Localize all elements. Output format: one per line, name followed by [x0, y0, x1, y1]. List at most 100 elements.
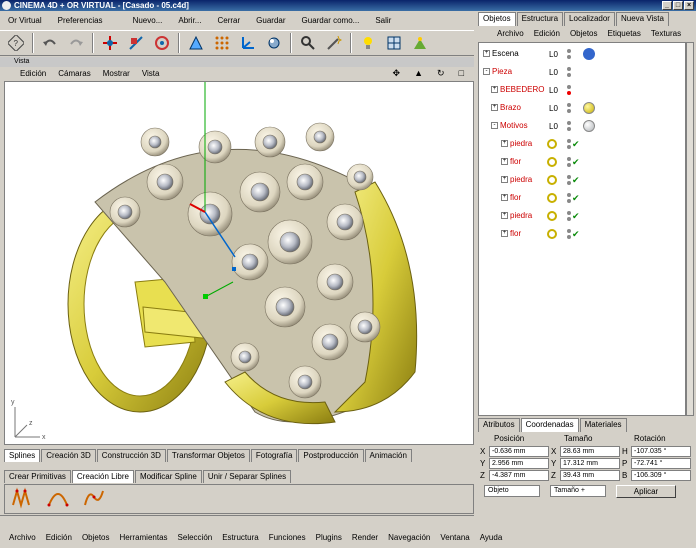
menu-cerrar[interactable]: Cerrar — [209, 16, 248, 25]
menu-guardar-como[interactable]: Guardar como... — [294, 16, 368, 25]
tab-materiales[interactable]: Materiales — [579, 418, 627, 432]
list-item[interactable]: + Brazo L0 — [479, 101, 685, 115]
menu-edicion[interactable]: Edición — [41, 533, 77, 542]
zoom-icon[interactable]: ▲ — [408, 68, 429, 79]
help-icon[interactable]: ? — [6, 33, 26, 53]
tab-creacion-3d[interactable]: Creación 3D — [41, 449, 96, 462]
viewport-menu-mostrar[interactable]: Mostrar — [97, 69, 136, 78]
visibility-dot[interactable] — [567, 145, 571, 149]
maximize-button[interactable]: □ — [673, 1, 683, 10]
tab-coordenadas[interactable]: Coordenadas — [520, 418, 579, 432]
expand-toggle[interactable]: + — [501, 176, 508, 183]
visibility-dot[interactable] — [567, 85, 571, 89]
tab-splines[interactable]: Splines — [4, 449, 41, 462]
pan-icon[interactable]: ✥ — [387, 68, 407, 79]
rotation-b-field[interactable]: -106.309 ° — [631, 469, 691, 481]
enabled-check-icon[interactable]: ✔ — [572, 209, 580, 223]
expand-toggle[interactable]: + — [501, 158, 508, 165]
visibility-dot[interactable] — [567, 175, 571, 179]
points-mode-icon[interactable] — [212, 33, 232, 53]
visibility-dot[interactable] — [567, 67, 571, 71]
tab-construccion-3d[interactable]: Construcción 3D — [96, 449, 166, 462]
visibility-dot[interactable] — [567, 103, 571, 107]
expand-toggle[interactable]: + — [491, 104, 498, 111]
tab-estructura[interactable]: Estructura — [516, 12, 564, 26]
size-mode-dropdown[interactable]: Tamaño + — [550, 485, 606, 497]
tab-animacion[interactable]: Animación — [364, 449, 412, 462]
visibility-dot[interactable] — [567, 109, 571, 113]
visibility-dot[interactable] — [567, 181, 571, 185]
position-z-field[interactable]: -4.387 mm — [489, 469, 549, 481]
menu-abrir[interactable]: Abrir... — [170, 16, 209, 25]
viewport-menu-vista[interactable]: Vista — [136, 69, 166, 78]
visibility-dot[interactable] — [567, 127, 571, 131]
3d-viewport[interactable]: y x z — [4, 81, 474, 445]
menu-preferencias[interactable]: Preferencias — [50, 16, 111, 25]
om-menu-archivo[interactable]: Archivo — [492, 29, 529, 38]
visibility-dot[interactable] — [567, 217, 571, 221]
menu-salir[interactable]: Salir — [367, 16, 399, 25]
magic-wand-icon[interactable] — [324, 33, 344, 53]
visibility-dot[interactable] — [567, 211, 571, 215]
om-menu-etiquetas[interactable]: Etiquetas — [603, 29, 646, 38]
close-button[interactable]: × — [684, 1, 694, 10]
list-item[interactable]: + piedra ✔ — [479, 209, 685, 223]
expand-toggle[interactable]: - — [483, 68, 490, 75]
tab-localizador[interactable]: Localizador — [564, 12, 615, 26]
rotate-tool-icon[interactable] — [152, 33, 172, 53]
menu-plugins[interactable]: Plugins — [311, 533, 347, 542]
expand-toggle[interactable]: + — [483, 50, 490, 57]
om-menu-texturas[interactable]: Texturas — [646, 29, 686, 38]
visibility-dot[interactable] — [567, 73, 571, 77]
enabled-check-icon[interactable]: ✔ — [572, 191, 580, 205]
menu-ayuda[interactable]: Ayuda — [475, 533, 508, 542]
magnifier-icon[interactable] — [298, 33, 318, 53]
menu-herramientas[interactable]: Herramientas — [115, 533, 173, 542]
visibility-dot[interactable] — [567, 199, 571, 203]
undo-icon[interactable] — [40, 33, 60, 53]
minimize-button[interactable]: _ — [662, 1, 672, 10]
visibility-dot[interactable] — [567, 55, 571, 59]
menu-funciones[interactable]: Funciones — [264, 533, 311, 542]
move-tool-icon[interactable] — [100, 33, 120, 53]
size-x-field[interactable]: 28.63 mm — [560, 445, 620, 457]
menu-seleccion[interactable]: Selección — [173, 533, 218, 542]
list-item[interactable]: - Pieza L0 — [479, 65, 685, 79]
list-item[interactable]: + flor ✔ — [479, 191, 685, 205]
visibility-dot[interactable] — [567, 49, 571, 53]
freehand-spline-icon[interactable] — [11, 487, 33, 511]
visibility-dot[interactable] — [567, 157, 571, 161]
position-x-field[interactable]: -0.636 mm — [489, 445, 549, 457]
visibility-dot[interactable] — [567, 229, 571, 233]
redo-icon[interactable] — [66, 33, 86, 53]
apply-button[interactable]: Aplicar — [616, 485, 676, 498]
expand-toggle[interactable]: - — [491, 122, 498, 129]
expand-toggle[interactable]: + — [501, 194, 508, 201]
menu-ventana[interactable]: Ventana — [435, 533, 474, 542]
maximize-view-icon[interactable]: □ — [453, 68, 470, 79]
menu-navegacion[interactable]: Navegación — [383, 533, 435, 542]
list-item[interactable]: + flor ✔ — [479, 227, 685, 241]
size-y-field[interactable]: 17.312 mm — [560, 457, 620, 469]
expand-toggle[interactable]: + — [491, 86, 498, 93]
tab-modificar-spline[interactable]: Modificar Spline — [134, 470, 202, 483]
viewport-menu-edicion[interactable]: Edición — [14, 69, 52, 78]
scene-tag-icon[interactable] — [583, 48, 595, 60]
om-menu-objetos[interactable]: Objetos — [565, 29, 603, 38]
position-y-field[interactable]: 2.956 mm — [489, 457, 549, 469]
list-item[interactable]: + piedra ✔ — [479, 173, 685, 187]
bspline-icon[interactable] — [83, 487, 105, 511]
expand-toggle[interactable]: + — [501, 140, 508, 147]
coord-mode-dropdown[interactable]: Objeto — [484, 485, 540, 497]
tab-crear-primitivas[interactable]: Crear Primitivas — [4, 470, 71, 483]
rotation-p-field[interactable]: -72.741 ° — [631, 457, 691, 469]
menu-archivo[interactable]: Archivo — [4, 533, 41, 542]
visibility-dot[interactable] — [567, 235, 571, 239]
tab-unir-separar-splines[interactable]: Unir / Separar Splines — [202, 470, 292, 483]
light-icon[interactable] — [358, 33, 378, 53]
visibility-dot[interactable] — [567, 163, 571, 167]
enabled-check-icon[interactable]: ✔ — [572, 137, 580, 151]
size-z-field[interactable]: 39.43 mm — [560, 469, 620, 481]
orbit-icon[interactable]: ↻ — [431, 68, 451, 79]
visibility-dot[interactable] — [567, 139, 571, 143]
